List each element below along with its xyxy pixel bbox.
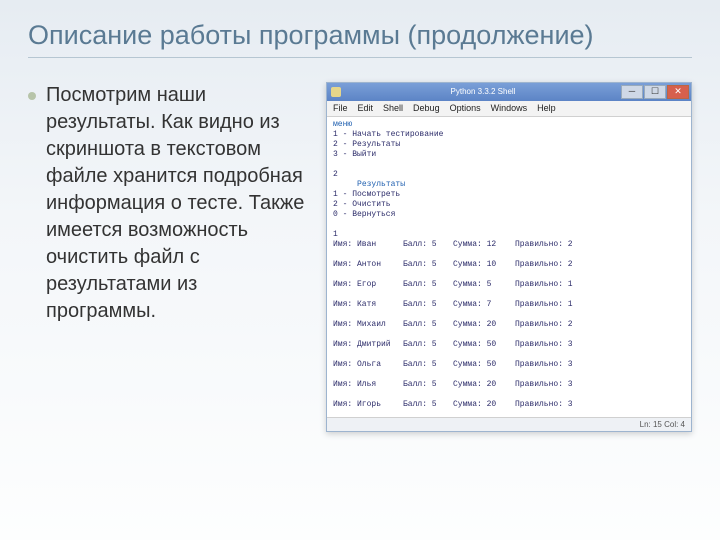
cell-name: Имя: Ольга — [333, 360, 397, 370]
slide-content: Посмотрим наши результаты. Как видно из … — [28, 82, 692, 432]
cell-ok: Правильно: 2 — [515, 240, 579, 250]
cell-ball: Балл: 5 — [403, 240, 447, 250]
table-row: Имя: Дмитрий Балл: 5 Сумма: 50 Правильно: 3 — [333, 340, 685, 350]
table-row: Имя: Илья Балл: 5 Сумма: 20 Правильно: 3 — [333, 380, 685, 390]
results-header: Результаты — [357, 180, 405, 189]
cell-ball: Балл: 5 — [403, 300, 447, 310]
cell-sum: Сумма: 50 — [453, 340, 509, 350]
cell-ok: Правильно: 3 — [515, 380, 579, 390]
cell-sum: Сумма: 20 — [453, 320, 509, 330]
cell-name: Имя: Катя — [333, 300, 397, 310]
window-title: Python 3.3.2 Shell — [345, 87, 621, 97]
status-text: Ln: 15 Col: 4 — [640, 420, 685, 430]
bullet-list: Посмотрим наши результаты. Как видно из … — [28, 82, 308, 432]
cell-ball: Балл: 5 — [403, 360, 447, 370]
cell-sum: Сумма: 5 — [453, 280, 509, 290]
slide-title: Описание работы программы (продолжение) — [28, 20, 692, 58]
slide: Описание работы программы (продолжение) … — [0, 0, 720, 450]
status-bar: Ln: 15 Col: 4 — [327, 417, 691, 431]
cell-ball: Балл: 5 — [403, 280, 447, 290]
results-table: Имя: Иван Балл: 5 Сумма: 12 Правильно: 2 Им… — [333, 240, 685, 417]
menu-shell[interactable]: Shell — [383, 103, 403, 114]
cell-ok: Правильно: 2 — [515, 320, 579, 330]
cell-sum: Сумма: 50 — [453, 360, 509, 370]
menu-header: меню — [333, 120, 352, 129]
cell-name: Имя: Дмитрий — [333, 340, 397, 350]
cell-name: Имя: Егор — [333, 280, 397, 290]
cell-name: Имя: Иван — [333, 240, 397, 250]
window-buttons: ─ ☐ ✕ — [621, 85, 689, 99]
cell-name: Имя: Игорь — [333, 400, 397, 410]
table-row: Имя: Антон Балл: 5 Сумма: 10 Правильно: 2 — [333, 260, 685, 270]
cell-sum: Сумма: 7 — [453, 300, 509, 310]
close-button[interactable]: ✕ — [667, 85, 689, 99]
editor-body[interactable]: меню 1 - Начать тестирование 2 - Результ… — [327, 117, 691, 417]
cell-ball: Балл: 5 — [403, 340, 447, 350]
cell-sum: Сумма: 20 — [453, 380, 509, 390]
table-row: Имя: Иван Балл: 5 Сумма: 12 Правильно: 2 — [333, 240, 685, 250]
menu-bar: File Edit Shell Debug Options Windows He… — [327, 101, 691, 117]
cell-sum: Сумма: 12 — [453, 240, 509, 250]
cell-name: Имя: Илья — [333, 380, 397, 390]
screenshot-window: Python 3.3.2 Shell ─ ☐ ✕ File Edit Shell… — [326, 82, 692, 432]
table-row: Имя: Игорь Балл: 5 Сумма: 20 Правильно: 3 — [333, 400, 685, 410]
menu-options[interactable]: Options — [450, 103, 481, 114]
cell-ok: Правильно: 1 — [515, 280, 579, 290]
results-item: 2 - Очистить — [333, 200, 391, 209]
cell-ball: Балл: 5 — [403, 260, 447, 270]
bullet-item: Посмотрим наши результаты. Как видно из … — [28, 82, 308, 325]
cell-ball: Балл: 5 — [403, 400, 447, 410]
cell-ok: Правильно: 3 — [515, 360, 579, 370]
menu-item: 1 - Начать тестирование — [333, 130, 443, 139]
cell-ball: Балл: 5 — [403, 320, 447, 330]
menu-windows[interactable]: Windows — [491, 103, 528, 114]
user-input: 1 — [333, 230, 338, 239]
maximize-button[interactable]: ☐ — [644, 85, 666, 99]
menu-edit[interactable]: Edit — [358, 103, 374, 114]
cell-sum: Сумма: 10 — [453, 260, 509, 270]
menu-file[interactable]: File — [333, 103, 348, 114]
table-row: Имя: Ольга Балл: 5 Сумма: 50 Правильно: 3 — [333, 360, 685, 370]
window-titlebar: Python 3.3.2 Shell ─ ☐ ✕ — [327, 83, 691, 101]
menu-debug[interactable]: Debug — [413, 103, 440, 114]
bullet-text: Посмотрим наши результаты. Как видно из … — [46, 82, 308, 325]
cell-name: Имя: Антон — [333, 260, 397, 270]
app-icon — [331, 87, 341, 97]
menu-item: 3 - Выйти — [333, 150, 376, 159]
cell-ok: Правильно: 1 — [515, 300, 579, 310]
user-input: 2 — [333, 170, 338, 179]
menu-help[interactable]: Help — [537, 103, 556, 114]
menu-item: 2 - Результаты — [333, 140, 400, 149]
table-row: Имя: Егор Балл: 5 Сумма: 5 Правильно: 1 — [333, 280, 685, 290]
table-row: Имя: Катя Балл: 5 Сумма: 7 Правильно: 1 — [333, 300, 685, 310]
cell-ball: Балл: 5 — [403, 380, 447, 390]
cell-ok: Правильно: 2 — [515, 260, 579, 270]
cell-ok: Правильно: 3 — [515, 340, 579, 350]
table-row: Имя: Михаил Балл: 5 Сумма: 20 Правильно: 2 — [333, 320, 685, 330]
cell-ok: Правильно: 3 — [515, 400, 579, 410]
bullet-dot-icon — [28, 92, 36, 100]
results-item: 0 - Вернуться — [333, 210, 395, 219]
minimize-button[interactable]: ─ — [621, 85, 643, 99]
cell-sum: Сумма: 20 — [453, 400, 509, 410]
results-item: 1 - Посмотреть — [333, 190, 400, 199]
cell-name: Имя: Михаил — [333, 320, 397, 330]
